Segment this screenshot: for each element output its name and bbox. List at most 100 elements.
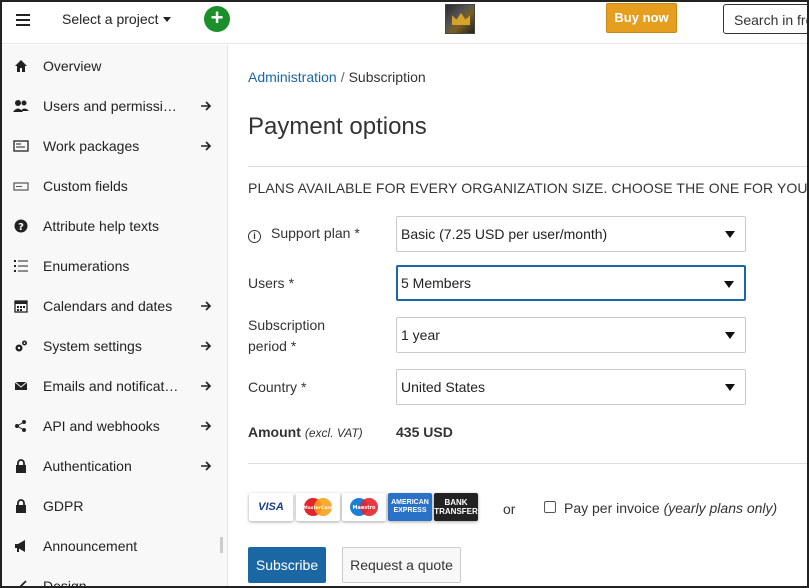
sidebar-item-users[interactable]: Users and permissi… (2, 86, 227, 126)
search-input[interactable]: Search in fre (723, 4, 807, 34)
enumeration-icon (13, 258, 29, 274)
visa-card-icon: VISA (249, 493, 293, 521)
sidebar-item-label: Design (43, 578, 87, 588)
buy-now-button[interactable]: Buy now (606, 3, 677, 33)
sidebar-item-label: Custom fields (43, 178, 128, 194)
sidebar-item-design[interactable]: Design (2, 566, 227, 588)
home-icon (13, 58, 29, 74)
visa-text: VISA (258, 501, 284, 513)
country-label: Country * (248, 377, 306, 398)
amex-text-line1: AMERICAN (391, 499, 429, 506)
subscription-period-label: Subscription period * (248, 315, 325, 357)
sidebar: Overview Users and permissi… Work packag… (2, 45, 228, 588)
crown-icon (452, 13, 470, 25)
country-label-text: Country (248, 379, 298, 395)
sidebar-item-work-packages[interactable]: Work packages (2, 126, 227, 166)
users-select[interactable]: 5 Members (396, 265, 746, 301)
breadcrumb-separator: / (340, 69, 345, 85)
sidebar-item-custom-fields[interactable]: Custom fields (2, 166, 227, 206)
mastercard-icon: MasterCard (296, 493, 340, 521)
invoice-note: (yearly plans only) (663, 500, 778, 516)
email-icon (13, 378, 29, 394)
dropdown-arrow-icon (725, 332, 735, 339)
breadcrumb: Administration / Subscription (248, 69, 426, 85)
menu-icon[interactable] (16, 14, 30, 26)
sidebar-item-enumerations[interactable]: Enumerations (2, 246, 227, 286)
add-button[interactable]: + (204, 6, 230, 32)
required-marker: * (290, 338, 297, 354)
sidebar-item-label: Work packages (43, 138, 140, 154)
users-icon (13, 98, 29, 114)
request-quote-button[interactable]: Request a quote (342, 547, 461, 583)
subscription-period-select[interactable]: 1 year (396, 317, 746, 353)
amount-value: 435 USD (396, 424, 453, 440)
sidebar-item-label: Calendars and dates (43, 298, 173, 314)
users-label: Users * (248, 273, 294, 294)
section-title: PLANS AVAILABLE FOR EVERY ORGANIZATION S… (248, 180, 809, 196)
sidebar-item-label: Enumerations (43, 258, 130, 274)
sidebar-item-authentication[interactable]: Authentication (2, 446, 227, 486)
amount-label-text: Amount (248, 424, 301, 440)
bank-text-line1: BANK (444, 498, 468, 507)
breadcrumb-current: Subscription (348, 69, 426, 85)
pay-per-invoice-label[interactable]: Pay per invoice (yearly plans only) (564, 500, 777, 516)
sidebar-scrollbar[interactable] (220, 537, 223, 553)
dropdown-arrow-icon (724, 281, 734, 288)
subscribe-button[interactable]: Subscribe (248, 547, 326, 583)
sidebar-item-calendars[interactable]: Calendars and dates (2, 286, 227, 326)
main-content: Administration / Subscription Payment opti… (229, 45, 809, 586)
country-select[interactable]: United States (396, 369, 746, 405)
sidebar-item-label: Users and permissi… (43, 98, 177, 114)
country-value: United States (401, 379, 486, 395)
sidebar-item-label: Authentication (43, 458, 132, 474)
pay-per-invoice-checkbox[interactable] (544, 501, 556, 513)
support-plan-select[interactable]: Basic (7.25 USD per user/month) (396, 216, 746, 252)
maestro-text: Maestro (352, 505, 376, 511)
arrow-right-icon (201, 141, 212, 151)
svg-text:?: ? (18, 222, 24, 233)
sidebar-item-label: Announcement (43, 538, 138, 554)
breadcrumb-link-administration[interactable]: Administration (248, 69, 337, 85)
bank-text-line2: TRANSFER (434, 507, 478, 516)
dropdown-arrow-icon (725, 231, 735, 238)
sidebar-item-label: Overview (43, 58, 102, 74)
project-select[interactable]: Select a project (62, 11, 171, 27)
sidebar-item-api[interactable]: API and webhooks (2, 406, 227, 446)
subscription-period-label-line1: Subscription (248, 317, 326, 333)
sidebar-item-gdpr[interactable]: GDPR (2, 486, 227, 526)
project-select-label: Select a project (62, 11, 159, 27)
sidebar-item-system-settings[interactable]: System settings (2, 326, 227, 366)
logo[interactable] (445, 4, 475, 34)
custom-fields-icon (13, 178, 29, 194)
calendar-icon (13, 298, 29, 314)
info-icon[interactable]: i (248, 230, 261, 243)
required-marker: * (354, 225, 360, 241)
arrow-right-icon (201, 301, 212, 311)
sidebar-item-announcement[interactable]: Announcement (2, 526, 227, 566)
users-value: 5 Members (401, 275, 472, 291)
arrow-right-icon (201, 461, 212, 471)
app-window: Select a project + Buy now Search in fre… (0, 0, 809, 588)
sidebar-item-emails[interactable]: Emails and notificat… (2, 366, 227, 406)
required-marker: * (288, 275, 295, 291)
sidebar-item-overview[interactable]: Overview (2, 46, 227, 86)
amount-label: Amount (excl. VAT) (248, 424, 363, 440)
work-packages-icon (13, 138, 29, 154)
divider (248, 463, 807, 464)
sidebar-item-attribute-help-texts[interactable]: ? Attribute help texts (2, 206, 227, 246)
lock-icon (13, 458, 29, 474)
arrow-right-icon (201, 341, 212, 351)
help-icon: ? (13, 218, 29, 234)
amex-text-line2: EXPRESS (393, 507, 427, 514)
or-text: or (503, 501, 516, 517)
sidebar-item-label: Emails and notificat… (43, 378, 179, 394)
arrow-right-icon (201, 101, 212, 111)
divider (248, 166, 807, 167)
users-label-text: Users (248, 275, 285, 291)
subscription-period-value: 1 year (401, 327, 440, 343)
megaphone-icon (13, 538, 29, 554)
amount-note: (excl. VAT) (304, 426, 363, 440)
page-title: Payment options (248, 113, 427, 140)
dropdown-arrow-icon (725, 384, 735, 391)
arrow-right-icon (201, 381, 212, 391)
